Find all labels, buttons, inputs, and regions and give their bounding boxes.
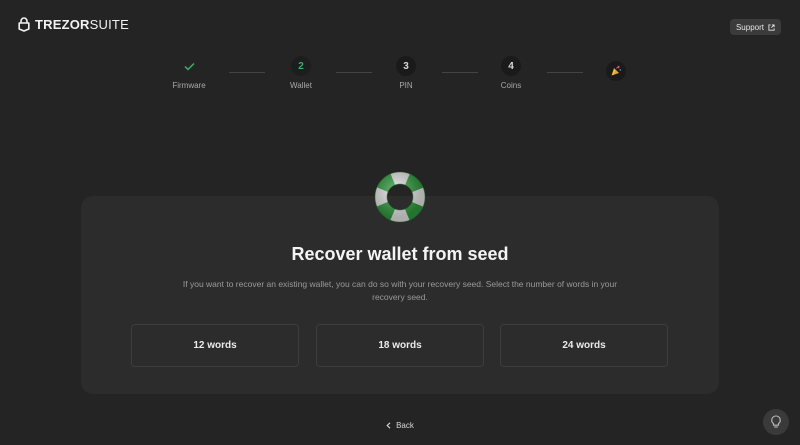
recovery-card: Recover wallet from seed If you want to … — [81, 196, 719, 394]
party-popper-icon — [611, 65, 621, 76]
support-button[interactable]: Support — [729, 19, 781, 35]
step-connector — [229, 72, 265, 73]
trezor-suite-logo: TREZORSUITE — [18, 17, 129, 32]
step-firmware: Firmware — [149, 56, 229, 90]
onboarding-page: TREZORSUITE Support Firmware 2 Wallet 3 … — [0, 0, 800, 445]
check-icon — [183, 62, 195, 71]
step-wallet-circle: 2 — [291, 56, 311, 76]
step-pin-label: PIN — [399, 81, 413, 90]
step-coins-label: Coins — [500, 81, 522, 90]
lifebuoy-icon — [374, 171, 426, 223]
step-firmware-circle — [179, 56, 199, 76]
page-description: If you want to recover an existing walle… — [182, 279, 618, 302]
option-12-words[interactable]: 12 words — [131, 324, 299, 367]
tips-button[interactable] — [763, 409, 789, 435]
step-final-circle — [606, 61, 626, 81]
option-24-words[interactable]: 24 words — [500, 324, 668, 367]
chevron-left-icon — [386, 421, 391, 429]
back-button[interactable]: Back — [380, 419, 420, 431]
step-pin: 3 PIN — [366, 56, 446, 90]
step-coins-circle: 4 — [501, 56, 521, 76]
trezor-lock-icon — [18, 17, 30, 32]
step-wallet: 2 Wallet — [261, 56, 341, 90]
support-label: Support — [735, 22, 764, 32]
step-firmware-label: Firmware — [172, 81, 206, 90]
step-coins: 4 Coins — [471, 56, 551, 90]
step-final — [576, 61, 656, 81]
option-18-words[interactable]: 18 words — [316, 324, 484, 367]
page-title: Recover wallet from seed — [291, 244, 509, 264]
step-pin-circle: 3 — [396, 56, 416, 76]
back-label: Back — [396, 420, 414, 430]
logo-text: TREZORSUITE — [35, 17, 129, 32]
step-wallet-label: Wallet — [290, 81, 312, 90]
lightbulb-icon — [771, 415, 781, 428]
external-link-icon — [768, 23, 775, 31]
